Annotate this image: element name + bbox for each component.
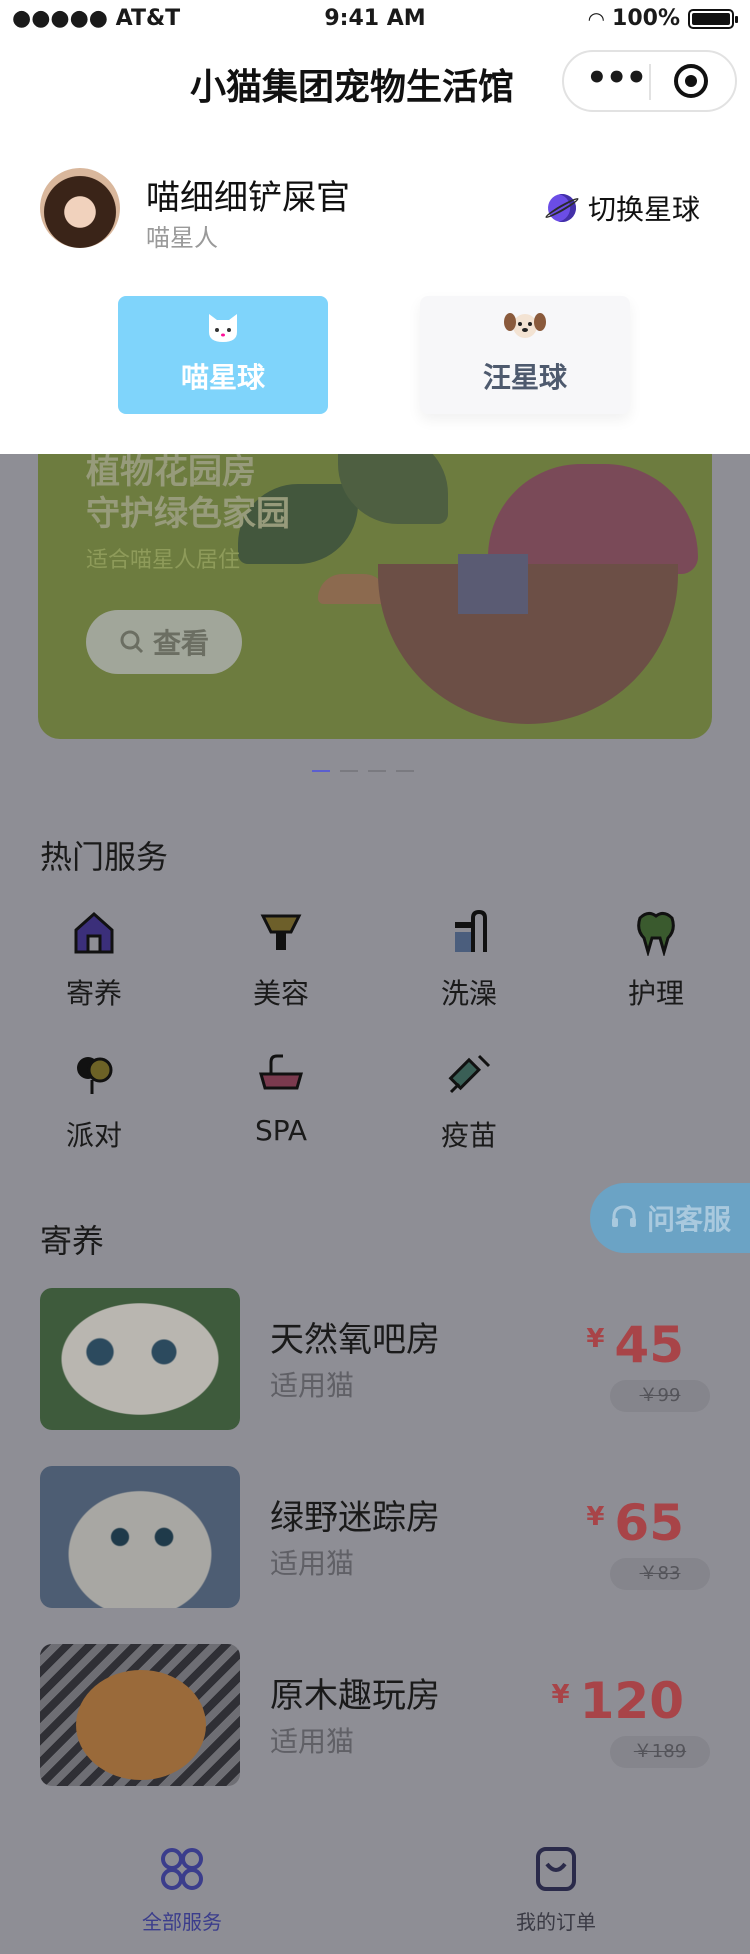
pagination-dot[interactable] [340,770,358,772]
currency-symbol: ¥ [551,1680,570,1710]
shower-icon [409,902,529,962]
service-label: 派对 [65,1119,122,1152]
room-price: ¥ 45 [586,1316,684,1374]
capsule-divider [649,64,651,100]
price-value: 65 [614,1494,684,1552]
service-item-grooming[interactable]: 美容 [221,902,341,1012]
syringe-icon [409,1044,529,1104]
mini-program-capsule: ••• [562,50,737,112]
service-item-party[interactable]: 派对 [34,1044,154,1154]
banner-pagination [312,770,414,772]
service-label: 寄养 [65,977,122,1010]
tab-dog-label: 汪星球 [482,361,567,394]
wifi-icon: ◠ [588,6,605,31]
planet-icon [542,188,582,228]
switch-planet-label: 切换星球 [588,193,701,226]
battery-percent: 100% [612,6,680,31]
all-services-icon [161,1848,203,1890]
room-name[interactable]: 绿野迷踪房 [270,1490,440,1539]
banner-title-line2: 守护绿色家园 [86,494,290,534]
currency-symbol: ¥ [586,1324,605,1354]
customer-service-button[interactable]: 问客服 [590,1183,750,1253]
avatar[interactable] [40,168,120,248]
room-image[interactable] [40,1466,240,1608]
banner-view-button[interactable]: 查看 [86,610,242,674]
tooth-icon [596,902,716,962]
battery-icon [688,8,738,29]
banner-house-illustration [458,554,528,614]
target-icon[interactable] [674,64,708,98]
room-image[interactable] [40,1288,240,1430]
room-image[interactable] [40,1644,240,1786]
currency-symbol: ¥ [586,1502,605,1532]
tab-all-services[interactable]: 全部服务 [82,1844,282,1935]
user-role: 喵星人 [146,224,218,252]
room-old-price: ￥99 [610,1380,710,1412]
user-name: 喵细细铲屎官 [146,178,350,218]
room-price: ¥ 120 [552,1672,684,1730]
tab-label: 我的订单 [516,1910,596,1934]
status-bar: ●●●●● AT&T 9:41 AM ◠ 100% [0,0,750,40]
service-label: SPA [254,1114,308,1147]
balloon-icon [34,1044,154,1104]
tab-my-orders[interactable]: 我的订单 [456,1844,656,1935]
room-old-price: ￥83 [610,1558,710,1590]
bathtub-icon [221,1044,341,1104]
room-sub: 适用猫 [270,1369,355,1402]
room-price: ¥ 65 [586,1494,684,1552]
tab-cat-planet[interactable]: 喵星球 [118,296,328,414]
battery-area: ◠ 100% [588,6,738,31]
house-icon [34,902,154,962]
tab-label: 全部服务 [142,1910,222,1934]
search-icon [120,630,144,654]
service-label: 疫苗 [440,1119,497,1152]
order-bag-icon [536,1847,576,1891]
service-item-bathing[interactable]: 洗澡 [409,902,529,1012]
hair-dryer-icon [221,902,341,962]
banner-subtitle: 适合喵星人居住 [86,548,241,573]
promo-banner[interactable]: 植物花园房 守护绿色家园 适合喵星人居住 查看 [38,454,712,739]
room-sub: 适用猫 [270,1547,355,1580]
customer-service-label: 问客服 [646,1203,731,1236]
pagination-dot[interactable] [312,770,330,772]
header-panel: 小猫集团宠物生活馆 ••• 喵细细铲屎官 喵星人 切换星球 喵星球 汪星球 [0,40,750,454]
pagination-dot[interactable] [396,770,414,772]
page-title: 小猫集团宠物生活馆 [190,67,515,108]
service-label: 护理 [627,977,684,1010]
price-value: 120 [579,1672,684,1730]
service-item-boarding[interactable]: 寄养 [34,902,154,1012]
room-name[interactable]: 原木趣玩房 [270,1668,440,1717]
boarding-title: 寄养 [40,1222,105,1260]
service-item-care[interactable]: 护理 [596,902,716,1012]
headset-icon [611,1205,636,1227]
service-label: 洗澡 [440,977,497,1010]
dog-face-icon [420,310,630,348]
tab-cat-label: 喵星球 [180,361,265,394]
bottom-tab-bar: 全部服务 我的订单 [0,1806,750,1954]
pagination-dot[interactable] [368,770,386,772]
service-item-spa[interactable]: SPA [221,1044,341,1147]
service-item-vaccine[interactable]: 疫苗 [409,1044,529,1154]
banner-pot-illustration [378,564,678,724]
switch-planet-button[interactable]: 切换星球 [542,188,701,228]
room-name[interactable]: 天然氧吧房 [270,1312,440,1361]
price-value: 45 [614,1316,684,1374]
services-title: 热门服务 [40,838,169,876]
room-old-price: ￥189 [610,1736,710,1768]
room-sub: 适用猫 [270,1725,355,1758]
service-label: 美容 [252,977,309,1010]
more-dots-icon[interactable]: ••• [586,58,647,98]
cat-face-icon [118,310,328,348]
tab-dog-planet[interactable]: 汪星球 [420,296,630,414]
banner-view-label: 查看 [152,627,209,660]
